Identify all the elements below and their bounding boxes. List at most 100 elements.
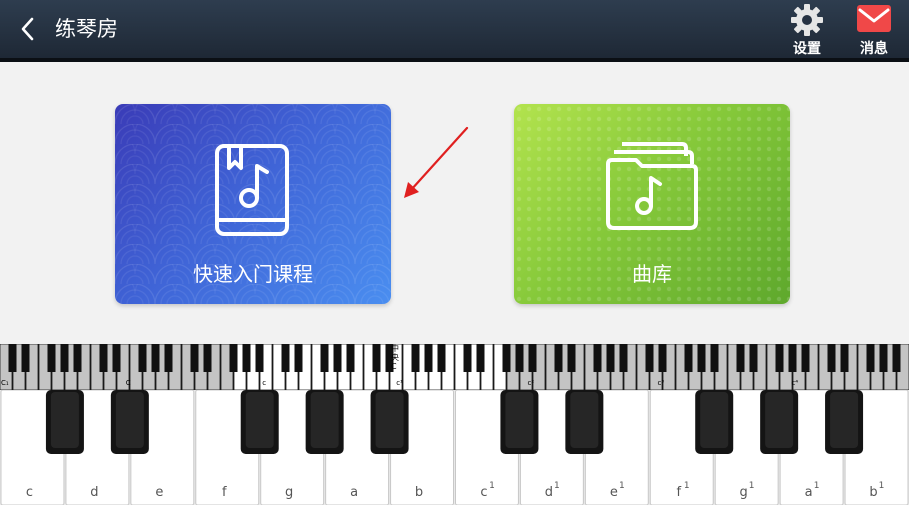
mini-black-key bbox=[333, 344, 342, 372]
mini-black-key bbox=[697, 344, 706, 372]
library-card-label: 曲库 bbox=[632, 262, 672, 286]
mini-black-key bbox=[424, 344, 433, 372]
black-key-face bbox=[700, 392, 729, 448]
mini-black-key bbox=[476, 344, 485, 372]
page-title: 练琴房 bbox=[55, 17, 118, 41]
music-book-icon bbox=[215, 144, 289, 236]
annotation-arrow bbox=[404, 126, 469, 198]
middle-c-label: 央 bbox=[391, 352, 399, 362]
mini-black-key bbox=[203, 344, 212, 372]
mini-black-key bbox=[606, 344, 615, 372]
mini-black-key bbox=[775, 344, 784, 372]
mini-black-key bbox=[515, 344, 524, 372]
mini-black-key bbox=[736, 344, 745, 372]
chevron-left-icon bbox=[21, 17, 34, 41]
song-library-card[interactable]: 曲库 bbox=[514, 104, 790, 304]
mini-octave-label: c¹ bbox=[396, 379, 403, 387]
mini-black-key bbox=[164, 344, 173, 372]
settings-button[interactable]: 设置 bbox=[783, 2, 831, 58]
white-key-label: b bbox=[415, 485, 423, 500]
white-key-octave-mark: 1 bbox=[814, 481, 820, 491]
white-key-label: f bbox=[676, 485, 681, 500]
white-key-label: c bbox=[26, 485, 33, 500]
quick-start-course-card[interactable]: 快速入门课程 bbox=[115, 104, 391, 304]
mini-black-key bbox=[619, 344, 628, 372]
white-key-octave-mark: 1 bbox=[749, 481, 755, 491]
mini-black-key bbox=[242, 344, 251, 372]
white-key-octave-mark: 1 bbox=[684, 481, 690, 491]
mini-black-key bbox=[801, 344, 810, 372]
black-key-face bbox=[570, 392, 599, 448]
mini-black-key bbox=[346, 344, 355, 372]
mini-black-key bbox=[21, 344, 30, 372]
mini-octave-label: c² bbox=[528, 379, 535, 387]
messages-button[interactable]: 消息 bbox=[850, 2, 898, 58]
mini-black-key bbox=[788, 344, 797, 372]
mini-black-key bbox=[528, 344, 537, 372]
mini-black-key bbox=[47, 344, 56, 372]
white-key-octave-mark: 1 bbox=[879, 481, 885, 491]
mini-black-key bbox=[463, 344, 472, 372]
settings-label: 设置 bbox=[793, 41, 821, 57]
mini-black-key bbox=[73, 344, 82, 372]
middle-c-label: 中 bbox=[391, 344, 399, 353]
mini-octave-label: c³ bbox=[658, 379, 665, 387]
mini-octave-label: C bbox=[126, 379, 131, 387]
white-key-octave-mark: 1 bbox=[554, 481, 560, 491]
white-key-label: e bbox=[155, 485, 163, 500]
black-key-face bbox=[765, 392, 794, 448]
mini-black-key bbox=[112, 344, 121, 372]
mini-black-key bbox=[879, 344, 888, 372]
mini-black-key bbox=[502, 344, 511, 372]
mini-black-key bbox=[320, 344, 329, 372]
mini-black-key bbox=[710, 344, 719, 372]
mini-black-key bbox=[892, 344, 901, 372]
black-key-face bbox=[310, 392, 339, 448]
mini-black-key bbox=[567, 344, 576, 372]
middle-c-label: C bbox=[391, 362, 397, 371]
gear-icon bbox=[791, 4, 823, 36]
white-key-label: a bbox=[805, 485, 813, 500]
mini-black-key bbox=[749, 344, 758, 372]
black-key-face bbox=[375, 392, 404, 448]
practice-room-screen: 练琴房 设置 消息 快速入门课程 曲库 C₁ C c c¹ c² c³ c⁴ 中… bbox=[0, 0, 909, 505]
mini-black-key bbox=[437, 344, 446, 372]
white-key-octave-mark: 1 bbox=[619, 481, 625, 491]
mini-black-key bbox=[99, 344, 108, 372]
mini-black-key bbox=[658, 344, 667, 372]
mini-black-key bbox=[151, 344, 160, 372]
mini-black-key bbox=[294, 344, 303, 372]
white-key-label: c bbox=[480, 485, 487, 500]
course-card-label: 快速入门课程 bbox=[193, 262, 313, 286]
back-button[interactable] bbox=[14, 14, 42, 44]
mini-octave-label: C₁ bbox=[1, 379, 9, 387]
white-key-octave-mark: 1 bbox=[489, 481, 495, 491]
mini-black-key bbox=[138, 344, 147, 372]
music-folder-icon bbox=[606, 142, 698, 230]
piano-keyboard[interactable]: cdefgabc1d1e1f1g1a1b1 bbox=[0, 390, 909, 505]
black-key-face bbox=[245, 392, 274, 448]
black-key-face bbox=[830, 392, 859, 448]
mini-black-key bbox=[372, 344, 381, 372]
mini-black-key bbox=[827, 344, 836, 372]
white-key-label: a bbox=[350, 485, 358, 500]
mini-black-key bbox=[281, 344, 290, 372]
white-key-label: e bbox=[610, 485, 618, 500]
mini-black-key bbox=[866, 344, 875, 372]
mini-black-key bbox=[593, 344, 602, 372]
mini-black-key bbox=[60, 344, 69, 372]
mini-black-key bbox=[229, 344, 238, 372]
mini-black-key bbox=[840, 344, 849, 372]
white-key-label: g bbox=[285, 485, 293, 500]
envelope-icon bbox=[857, 5, 891, 32]
mini-octave-label: c bbox=[262, 379, 266, 387]
messages-label: 消息 bbox=[860, 41, 888, 57]
mini-keyboard-overview[interactable]: C₁ Cc c¹ c² c³ c⁴中央C bbox=[0, 344, 909, 390]
white-key-label: d bbox=[90, 485, 98, 500]
mini-octave-label: c⁴ bbox=[791, 379, 798, 387]
mini-black-key bbox=[190, 344, 199, 372]
mini-black-key bbox=[684, 344, 693, 372]
black-key-face bbox=[115, 392, 144, 448]
black-key-face bbox=[505, 392, 534, 448]
header-bar: 练琴房 设置 消息 bbox=[0, 0, 909, 62]
